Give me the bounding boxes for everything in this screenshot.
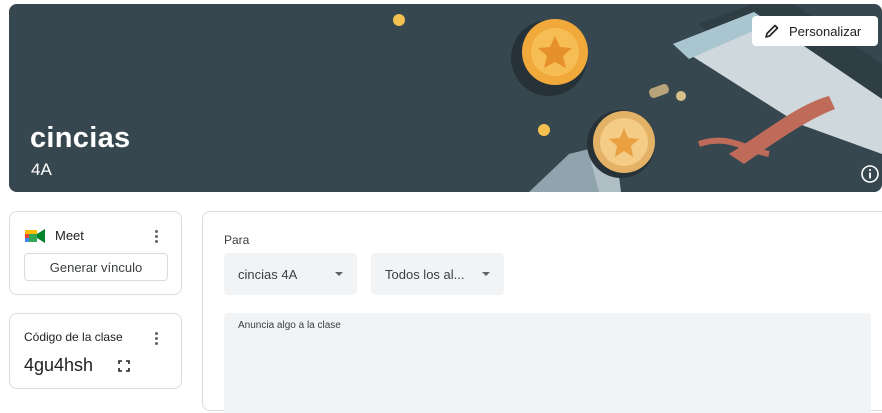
class-code-label: Código de la clase: [24, 330, 123, 344]
class-banner: cincias 4A Personalizar: [9, 4, 882, 192]
chevron-down-icon: [335, 272, 343, 276]
announcement-placeholder: Anuncia algo a la clase: [238, 320, 341, 331]
announcement-input[interactable]: Anuncia algo a la clase: [224, 313, 871, 413]
meet-more-vert-icon[interactable]: [153, 230, 159, 245]
for-label: Para: [224, 233, 250, 247]
students-select-value: Todos los al...: [385, 266, 465, 282]
class-select-value: cincias 4A: [238, 266, 298, 282]
students-select[interactable]: Todos los al...: [371, 253, 504, 295]
fullscreen-icon[interactable]: [118, 360, 130, 372]
meet-label: Meet: [55, 228, 84, 243]
class-code-value: 4gu4hsh: [24, 355, 94, 375]
generate-link-button[interactable]: Generar vínculo: [24, 253, 168, 281]
class-code-more-vert-icon[interactable]: [153, 332, 159, 347]
stream-composer-card: Para cincias 4A Todos los al... Anuncia …: [202, 211, 882, 413]
meet-logo-icon: [25, 229, 45, 243]
info-icon[interactable]: [860, 164, 880, 184]
customize-label: Personalizar: [789, 23, 862, 39]
class-section: 4A: [31, 160, 52, 179]
chevron-down-icon: [482, 272, 490, 276]
pencil-icon: [765, 24, 779, 38]
class-code-card: Código de la clase 4gu4hsh: [9, 313, 182, 389]
customize-button[interactable]: Personalizar: [752, 16, 878, 46]
class-title[interactable]: cincias: [30, 122, 130, 155]
class-select[interactable]: cincias 4A: [224, 253, 357, 295]
meet-card: Meet Generar vínculo: [9, 211, 182, 295]
